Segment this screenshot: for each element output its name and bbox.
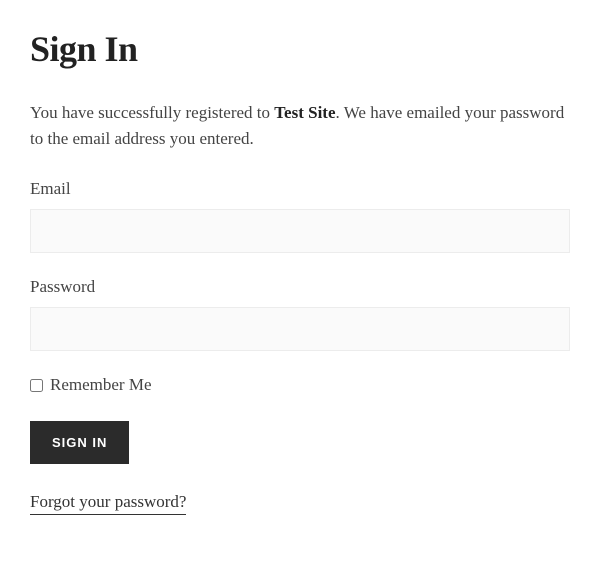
site-name: Test Site xyxy=(274,103,335,122)
email-field[interactable] xyxy=(30,209,570,253)
email-label: Email xyxy=(30,179,570,199)
password-field[interactable] xyxy=(30,307,570,351)
remember-label: Remember Me xyxy=(50,375,152,395)
forgot-password-link[interactable]: Forgot your password? xyxy=(30,492,186,515)
page-title: Sign In xyxy=(30,28,570,70)
registration-message: You have successfully registered to Test… xyxy=(30,100,570,151)
email-group: Email xyxy=(30,179,570,253)
password-group: Password xyxy=(30,277,570,351)
password-label: Password xyxy=(30,277,570,297)
remember-checkbox[interactable] xyxy=(30,379,43,392)
message-prefix: You have successfully registered to xyxy=(30,103,274,122)
remember-group: Remember Me xyxy=(30,375,570,395)
sign-in-button[interactable]: Sign In xyxy=(30,421,129,464)
